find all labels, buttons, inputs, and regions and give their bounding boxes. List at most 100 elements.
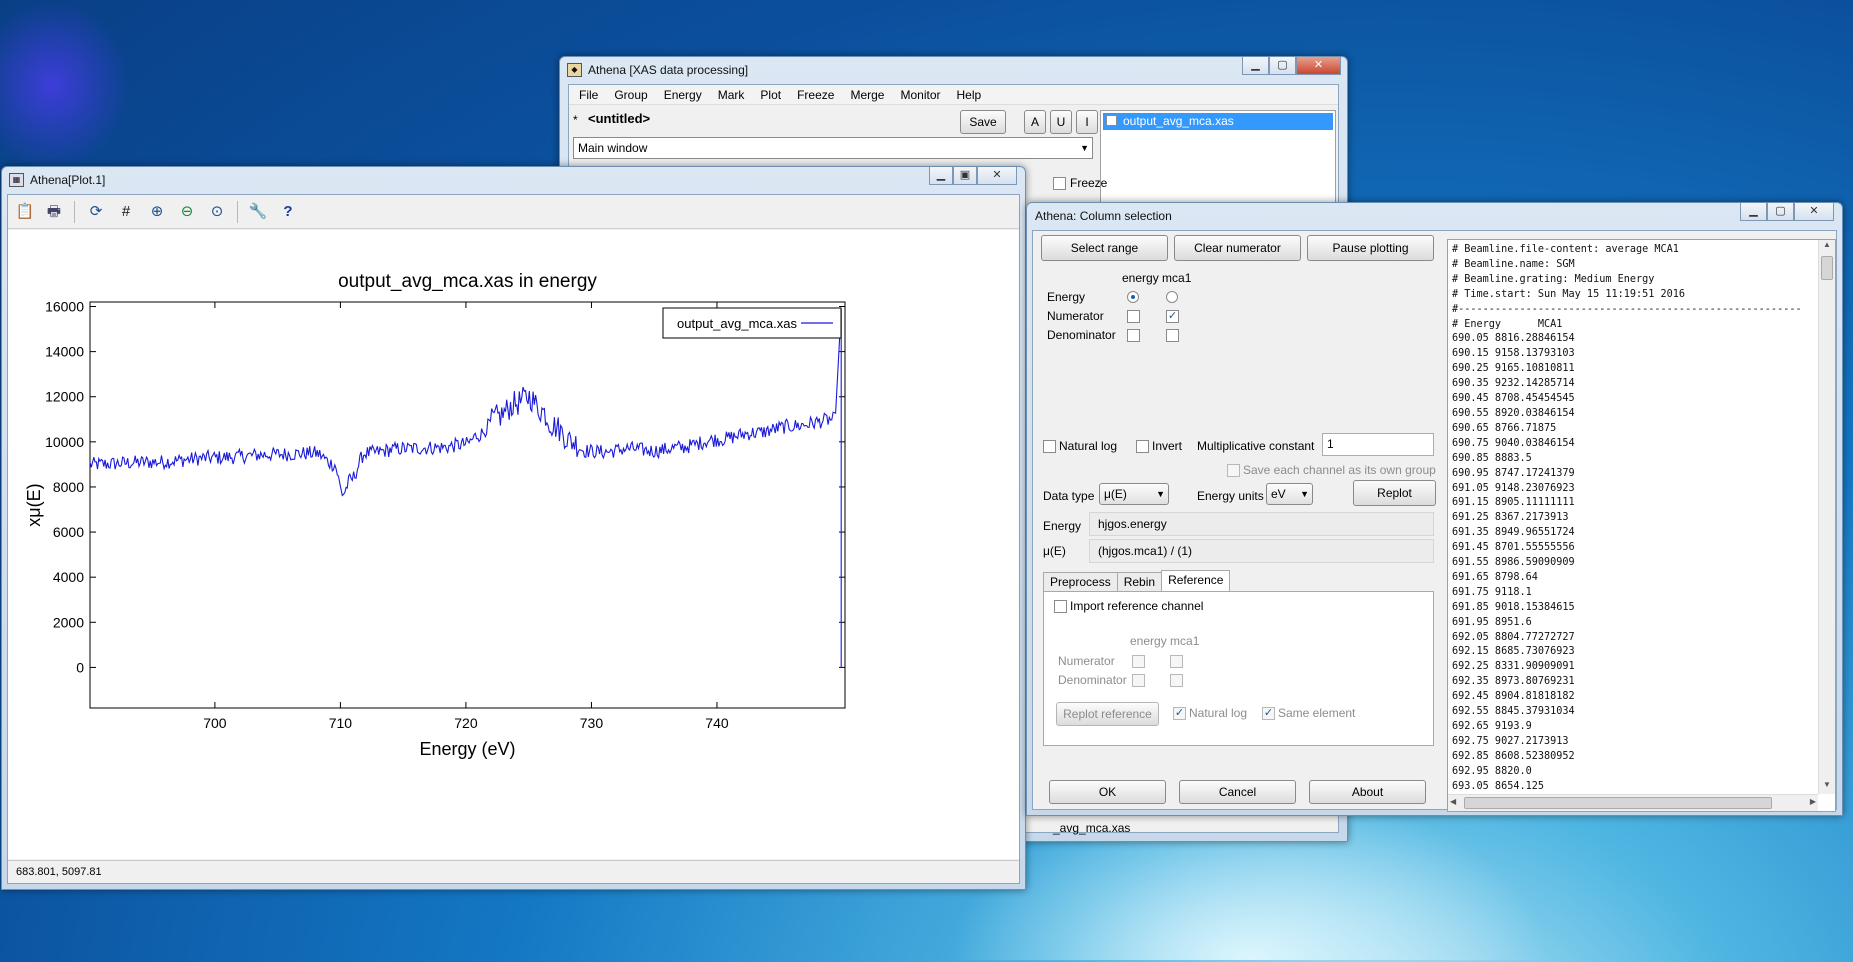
zoom-reset-icon[interactable]: ⊙ [207, 202, 227, 222]
chevron-down-icon: ▼ [1300, 489, 1309, 499]
group-list-item[interactable]: output_avg_mca.xas [1103, 113, 1333, 130]
energy-units-select[interactable]: eV ▼ [1266, 483, 1313, 505]
column-dialog-title: Athena: Column selection [1035, 209, 1172, 223]
file-contents-view[interactable]: # Beamline.file-content: average MCA1 # … [1447, 239, 1836, 812]
project-name: <untitled> [588, 111, 651, 126]
mark-all-button[interactable]: A [1024, 110, 1046, 134]
menu-energy[interactable]: Energy [664, 85, 702, 104]
ref-denominator-checkbox-energy[interactable] [1132, 674, 1145, 687]
ok-button[interactable]: OK [1049, 780, 1166, 804]
numerator-checkbox-mca1[interactable]: ✓ [1166, 310, 1179, 323]
help-icon[interactable]: ? [278, 202, 298, 222]
freeze-checkbox[interactable] [1053, 177, 1066, 190]
scroll-thumb[interactable] [1464, 797, 1772, 809]
zoom-out-icon[interactable]: ⊖ [177, 202, 197, 222]
grid-icon[interactable]: # [116, 202, 136, 222]
scroll-up-arrow-icon[interactable]: ▲ [1819, 240, 1835, 254]
file-view-vertical-scrollbar[interactable]: ▲ ▼ [1818, 240, 1835, 794]
xmu-energy-chart[interactable]: output_avg_mca.xas in energy 0 2000 4000 600… [8, 230, 1021, 832]
plot-frame [89, 301, 846, 709]
zoom-in-icon[interactable]: ⊕ [147, 202, 167, 222]
numerator-checkbox-energy[interactable] [1127, 310, 1140, 323]
scroll-right-arrow-icon[interactable]: ▶ [1810, 797, 1816, 806]
main-titlebar[interactable]: ◆ Athena [XAS data processing] [560, 57, 1347, 83]
replot-button[interactable]: Replot [1353, 480, 1436, 506]
denominator-checkbox-energy[interactable] [1127, 329, 1140, 342]
data-type-select[interactable]: μ(E) ▼ [1099, 483, 1169, 505]
ref-numerator-checkbox-energy[interactable] [1132, 655, 1145, 668]
cancel-button[interactable]: Cancel [1179, 780, 1296, 804]
plot-toolbar: 📋 🖶 ⟳ # ⊕ ⊖ ⊙ 🔧 ? [8, 195, 1019, 229]
invert-marks-button[interactable]: I [1076, 110, 1098, 134]
ref-natural-log-checkbox[interactable]: ✓ [1173, 707, 1186, 720]
menu-merge[interactable]: Merge [850, 85, 884, 104]
multiplicative-constant-input[interactable]: 1 [1322, 433, 1434, 456]
scroll-thumb[interactable] [1821, 256, 1833, 280]
energy-units-value: eV [1271, 487, 1286, 501]
same-element-checkbox[interactable]: ✓ [1262, 707, 1275, 720]
ref-column-header: energy mca1 [1130, 634, 1200, 648]
maximize-icon[interactable]: ▢ [1767, 203, 1794, 221]
menu-monitor[interactable]: Monitor [900, 85, 940, 104]
menu-freeze[interactable]: Freeze [797, 85, 834, 104]
plot-area[interactable]: output_avg_mca.xas in energy 0 2000 4000 600… [8, 230, 1019, 859]
plot-titlebar[interactable]: ▦ Athena[Plot.1] [2, 167, 1025, 193]
close-icon[interactable]: ✕ [977, 167, 1017, 185]
pause-plotting-button[interactable]: Pause plotting [1307, 235, 1434, 261]
tab-rebin[interactable]: Rebin [1116, 572, 1163, 593]
chart-title: output_avg_mca.xas in energy [338, 271, 597, 292]
legend-label: output_avg_mca.xas [677, 316, 797, 331]
print-preview-icon[interactable]: 🖶 [44, 202, 64, 222]
view-select-value: Main window [578, 141, 648, 155]
ref-numerator-checkbox-mca1[interactable] [1170, 655, 1183, 668]
restore-icon[interactable]: ▣ [953, 167, 977, 185]
denominator-checkbox-mca1[interactable] [1166, 329, 1179, 342]
save-each-checkbox[interactable] [1227, 464, 1240, 477]
clipboard-icon[interactable]: 📋 [15, 202, 35, 222]
group-list-item-label: output_avg_mca.xas [1123, 114, 1234, 128]
energy-radio-energy[interactable] [1127, 291, 1139, 303]
about-button[interactable]: About [1309, 780, 1426, 804]
import-reference-checkbox[interactable] [1054, 600, 1067, 613]
plot-app-icon: ▦ [9, 173, 24, 187]
settings-wrench-icon[interactable]: 🔧 [248, 202, 268, 222]
reference-tab-panel: Import reference channel energy mca1 Num… [1043, 591, 1434, 746]
minimize-icon[interactable]: ▁ [1740, 203, 1767, 221]
view-select[interactable]: Main window ▼ [573, 137, 1093, 159]
file-view-horizontal-scrollbar[interactable]: ◀ ▶ [1448, 794, 1818, 811]
menu-help[interactable]: Help [956, 85, 981, 104]
menu-mark[interactable]: Mark [718, 85, 745, 104]
close-icon[interactable]: ✕ [1296, 57, 1341, 75]
same-element-label: Same element [1278, 706, 1356, 720]
maximize-icon[interactable]: ▢ [1269, 57, 1296, 75]
group-mark-checkbox[interactable] [1106, 115, 1117, 126]
minimize-icon[interactable]: ▁ [1242, 57, 1269, 75]
energy-expression-field[interactable]: hjgos.energy [1089, 512, 1434, 536]
column-dialog-titlebar[interactable]: Athena: Column selection [1027, 203, 1842, 229]
scroll-left-arrow-icon[interactable]: ◀ [1450, 797, 1456, 806]
scroll-down-arrow-icon[interactable]: ▼ [1819, 780, 1835, 794]
mu-expression-field[interactable]: (hjgos.mca1) / (1) [1089, 539, 1434, 563]
tab-preprocess[interactable]: Preprocess [1043, 572, 1118, 593]
save-button[interactable]: Save [960, 110, 1006, 134]
invert-checkbox[interactable] [1136, 440, 1149, 453]
ref-denominator-checkbox-mca1[interactable] [1170, 674, 1183, 687]
x-tick-label: 730 [580, 715, 604, 731]
replot-reference-button[interactable]: Replot reference [1056, 702, 1159, 726]
select-range-button[interactable]: Select range [1041, 235, 1168, 261]
multiplicative-constant-label: Multiplicative constant [1197, 439, 1315, 453]
close-icon[interactable]: ✕ [1794, 203, 1834, 221]
menu-file[interactable]: File [579, 85, 598, 104]
minimize-icon[interactable]: ▁ [929, 167, 953, 185]
main-menubar: File Group Energy Mark Plot Freeze Merge… [569, 85, 1338, 105]
menu-group[interactable]: Group [614, 85, 647, 104]
energy-radio-mca1[interactable] [1166, 291, 1178, 303]
tab-reference[interactable]: Reference [1161, 570, 1231, 591]
x-tick-label: 740 [705, 715, 729, 731]
clear-numerator-button[interactable]: Clear numerator [1174, 235, 1301, 261]
unmark-all-button[interactable]: U [1050, 110, 1072, 134]
refresh-icon[interactable]: ⟳ [86, 202, 106, 222]
menu-plot[interactable]: Plot [760, 85, 781, 104]
plot-window-title: Athena[Plot.1] [30, 173, 106, 187]
natural-log-checkbox[interactable] [1043, 440, 1056, 453]
